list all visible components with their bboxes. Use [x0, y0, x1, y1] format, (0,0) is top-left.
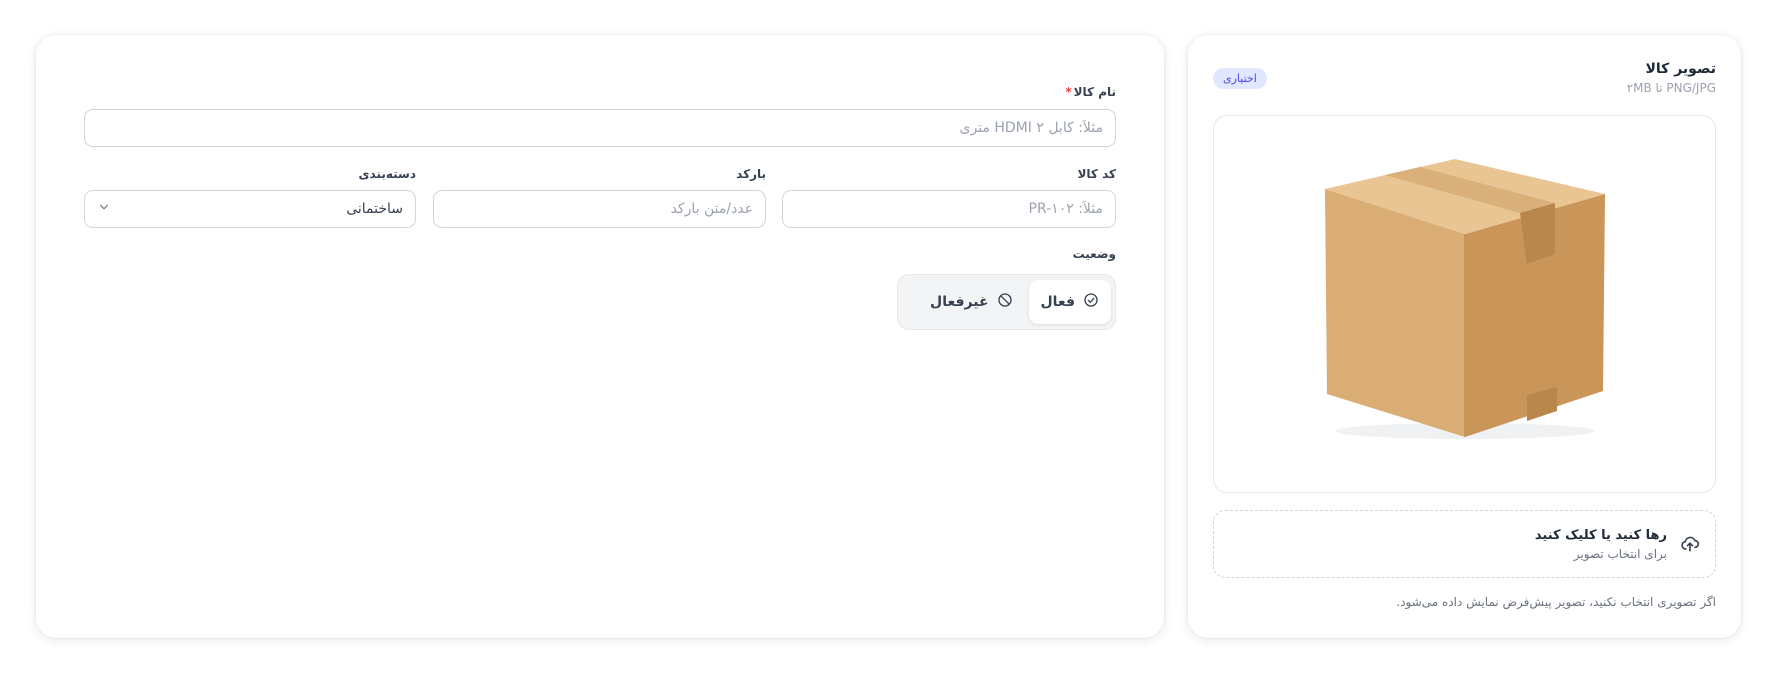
- image-card: تصویر کالا PNG/JPG تا ۲MB اختیاری رها کن…: [1188, 35, 1741, 638]
- optional-badge: اختیاری: [1213, 68, 1267, 89]
- product-form-card: نام کالا* کد کالا بارکد دسته‌بندی ساختما…: [36, 35, 1164, 638]
- status-label: وضعیت: [1072, 247, 1116, 261]
- name-label-text: نام کالا: [1073, 85, 1116, 99]
- image-title: تصویر کالا: [1645, 61, 1717, 77]
- category-label: دسته‌بندی: [358, 167, 416, 181]
- product-name-input[interactable]: [84, 109, 1116, 147]
- status-active-label: فعال: [1040, 294, 1075, 310]
- upload-dropzone[interactable]: رها کنید یا کلیک کنید برای انتخاب تصویر: [1213, 510, 1716, 578]
- product-code-input[interactable]: [782, 190, 1116, 228]
- box-image: [1324, 159, 1605, 439]
- ban-icon: [997, 292, 1013, 312]
- dropzone-title: رها کنید یا کلیک کنید: [1534, 527, 1667, 543]
- barcode-label: بارکد: [736, 167, 766, 181]
- dropzone-text: رها کنید یا کلیک کنید برای انتخاب تصویر: [1535, 528, 1667, 561]
- barcode-input[interactable]: [433, 190, 766, 228]
- code-label: کد کالا: [1077, 167, 1116, 181]
- image-header: تصویر کالا PNG/JPG تا ۲MB اختیاری: [1213, 61, 1716, 101]
- default-image-note: اگر تصویری انتخاب نکنید، تصویر پیش‌فرض ن…: [1396, 595, 1716, 609]
- required-mark: *: [1065, 85, 1072, 99]
- image-preview[interactable]: [1213, 115, 1716, 493]
- status-active-button[interactable]: فعال: [1028, 280, 1111, 324]
- category-selected-value: ساختمانی: [346, 201, 403, 217]
- cloud-upload-icon: [1679, 533, 1701, 555]
- status-toggle: فعال غیرفعال: [897, 274, 1116, 330]
- chevron-down-icon: [97, 200, 111, 218]
- status-inactive-label: غیرفعال: [930, 294, 989, 310]
- name-label: نام کالا*: [1065, 85, 1116, 99]
- image-size-hint: PNG/JPG تا ۲MB: [1626, 81, 1716, 95]
- dropzone-subtitle: برای انتخاب تصویر: [1573, 546, 1667, 561]
- status-inactive-button[interactable]: غیرفعال: [918, 280, 1024, 324]
- category-select[interactable]: ساختمانی: [84, 190, 416, 228]
- check-circle-icon: [1083, 292, 1099, 312]
